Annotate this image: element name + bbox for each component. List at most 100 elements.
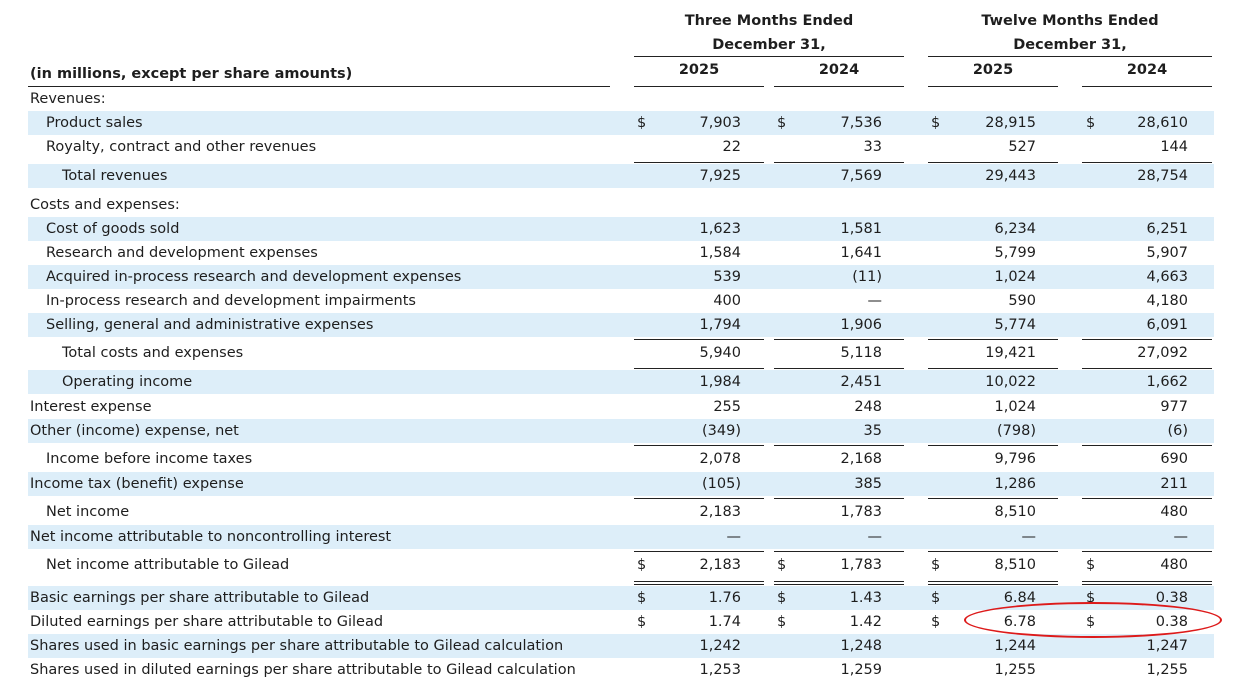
row-value: 1,242	[699, 638, 741, 654]
row-value: 7,925	[699, 168, 741, 184]
row-value: 2,451	[840, 374, 882, 390]
row-value: 5,118	[840, 345, 882, 361]
currency-sign: $	[931, 590, 941, 606]
subtotal-rule	[1082, 445, 1212, 446]
subtotal-rule	[634, 339, 764, 340]
subtotal-rule	[928, 162, 1058, 163]
row-label: Total revenues	[62, 168, 168, 184]
row-value: 6,251	[1146, 221, 1188, 237]
subtotal-rule	[774, 551, 904, 552]
row-value: 1,794	[699, 317, 741, 333]
row-label: Net income	[46, 504, 130, 520]
row-value: —	[726, 529, 742, 545]
row-value: 10,022	[985, 374, 1036, 390]
row-value: 1,641	[840, 245, 882, 261]
row-value: 385	[854, 476, 882, 492]
row-value: 1,024	[994, 269, 1036, 285]
row-label: Revenues:	[30, 91, 106, 107]
row-value: 28,754	[1137, 168, 1188, 184]
row-value: 1,286	[994, 476, 1036, 492]
row-label: Net income attributable to Gilead	[46, 557, 290, 573]
row-value: 1,984	[699, 374, 741, 390]
row-value: 1,783	[840, 504, 882, 520]
currency-sign: $	[777, 557, 787, 573]
row-label: Research and development expenses	[46, 245, 318, 261]
row-value: 2,183	[699, 504, 741, 520]
row-value: 8,510	[994, 504, 1036, 520]
row-value: (105)	[702, 476, 741, 492]
year-header: 2024	[818, 62, 860, 78]
row-value: 29,443	[985, 168, 1036, 184]
subtotal-rule	[634, 498, 764, 499]
row-value: 1,906	[840, 317, 882, 333]
row-value: 480	[1160, 504, 1188, 520]
row-label: Royalty, contract and other revenues	[46, 139, 317, 155]
row-value: 211	[1160, 476, 1188, 492]
row-value: 2,168	[840, 451, 882, 467]
currency-sign: $	[637, 614, 647, 630]
row-value: 4,663	[1146, 269, 1188, 285]
row-value: —	[867, 293, 883, 309]
header-twelve-months-date: December 31,	[1013, 37, 1127, 53]
header-twelve-months: Twelve Months Ended	[981, 13, 1159, 29]
row-value: 590	[1008, 293, 1036, 309]
row-value: 5,799	[994, 245, 1036, 261]
row-value: 19,421	[985, 345, 1036, 361]
currency-sign: $	[777, 614, 787, 630]
subtotal-rule	[634, 368, 764, 369]
row-label: Total costs and expenses	[62, 345, 244, 361]
row-value: 22	[722, 139, 741, 155]
subtotal-rule	[634, 162, 764, 163]
row-value: —	[1021, 529, 1037, 545]
row-value: 690	[1160, 451, 1188, 467]
currency-sign: $	[637, 557, 647, 573]
row-value: 7,569	[840, 168, 882, 184]
subtotal-rule	[774, 498, 904, 499]
row-value: 6,234	[994, 221, 1036, 237]
row-label: Cost of goods sold	[46, 221, 180, 237]
double-rule	[774, 581, 904, 585]
row-value: 1,662	[1146, 374, 1188, 390]
currency-sign: $	[637, 590, 647, 606]
subtotal-rule	[928, 551, 1058, 552]
row-label: Product sales	[46, 115, 143, 131]
subtotal-rule	[928, 445, 1058, 446]
row-value: —	[867, 529, 883, 545]
year-header: 2024	[1126, 62, 1168, 78]
subtotal-rule	[634, 445, 764, 446]
double-rule	[634, 581, 764, 585]
row-label: Income tax (benefit) expense	[30, 476, 244, 492]
row-value: 1,623	[699, 221, 741, 237]
row-label: Income before income taxes	[46, 451, 253, 467]
subtotal-rule	[928, 498, 1058, 499]
row-value: 5,774	[994, 317, 1036, 333]
header-rule-label	[28, 86, 610, 87]
currency-sign: $	[931, 557, 941, 573]
year-header: 2025	[678, 62, 720, 78]
row-value: 1,244	[994, 638, 1036, 654]
row-value: 527	[1008, 139, 1036, 155]
currency-sign: $	[777, 115, 787, 131]
row-value: 1,259	[840, 662, 882, 678]
row-value: 1,584	[699, 245, 741, 261]
row-value: 1,255	[994, 662, 1036, 678]
row-label: Selling, general and administrative expe…	[46, 317, 374, 333]
row-label: Operating income	[62, 374, 193, 390]
header-rule-col	[634, 86, 764, 87]
subtotal-rule	[774, 339, 904, 340]
row-value: 9,796	[994, 451, 1036, 467]
subtotal-rule	[928, 368, 1058, 369]
row-value: (349)	[702, 423, 741, 439]
row-value: 1,255	[1146, 662, 1188, 678]
row-value: 5,940	[699, 345, 741, 361]
header-underline-2	[928, 56, 1212, 57]
red-highlight-circle	[964, 602, 1222, 638]
row-label: Other (income) expense, net	[30, 423, 239, 439]
row-value: 4,180	[1146, 293, 1188, 309]
subtotal-rule	[774, 162, 904, 163]
double-rule	[928, 581, 1058, 585]
row-value: —	[1173, 529, 1189, 545]
header-rule-col	[1082, 86, 1212, 87]
units-label: (in millions, except per share amounts)	[30, 66, 353, 82]
row-value: (798)	[997, 423, 1036, 439]
